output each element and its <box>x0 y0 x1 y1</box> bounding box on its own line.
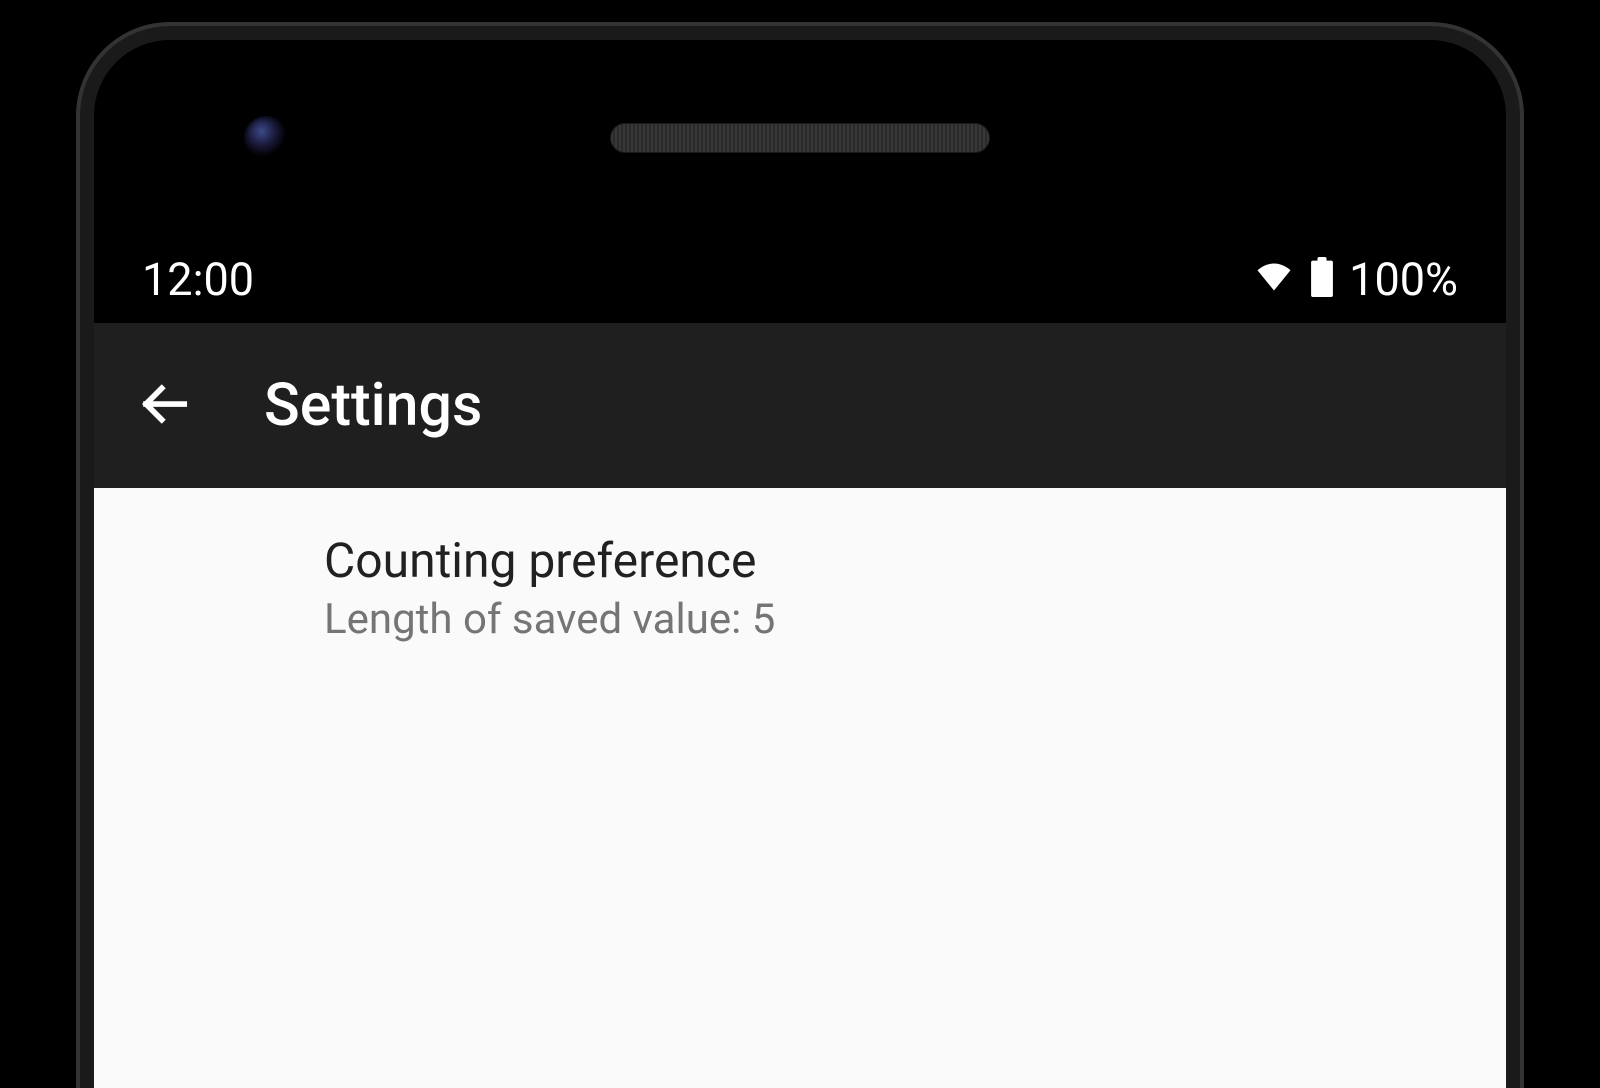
status-time: 12:00 <box>142 253 254 306</box>
preference-title: Counting preference <box>324 532 1464 589</box>
arrow-back-icon <box>137 377 191 434</box>
app-bar: Settings <box>94 323 1506 488</box>
battery-icon <box>1311 257 1333 301</box>
phone-screen: 12:00 100% <box>94 235 1506 1088</box>
page-title: Settings <box>264 371 482 440</box>
counting-preference-item[interactable]: Counting preference Length of saved valu… <box>94 488 1506 688</box>
status-bar: 12:00 100% <box>94 235 1506 323</box>
phone-top-bezel <box>94 40 1506 235</box>
phone-side-button <box>1516 968 1520 1088</box>
back-button[interactable] <box>136 378 192 434</box>
phone-speaker-grille <box>610 123 990 153</box>
wifi-icon <box>1253 259 1295 299</box>
phone-front-camera <box>244 116 288 160</box>
status-right-group: 100% <box>1253 253 1458 306</box>
settings-content: Counting preference Length of saved valu… <box>94 488 1506 1088</box>
preference-summary: Length of saved value: 5 <box>324 595 1464 644</box>
phone-device-frame: 12:00 100% <box>80 26 1520 1088</box>
battery-percent: 100% <box>1349 253 1458 306</box>
